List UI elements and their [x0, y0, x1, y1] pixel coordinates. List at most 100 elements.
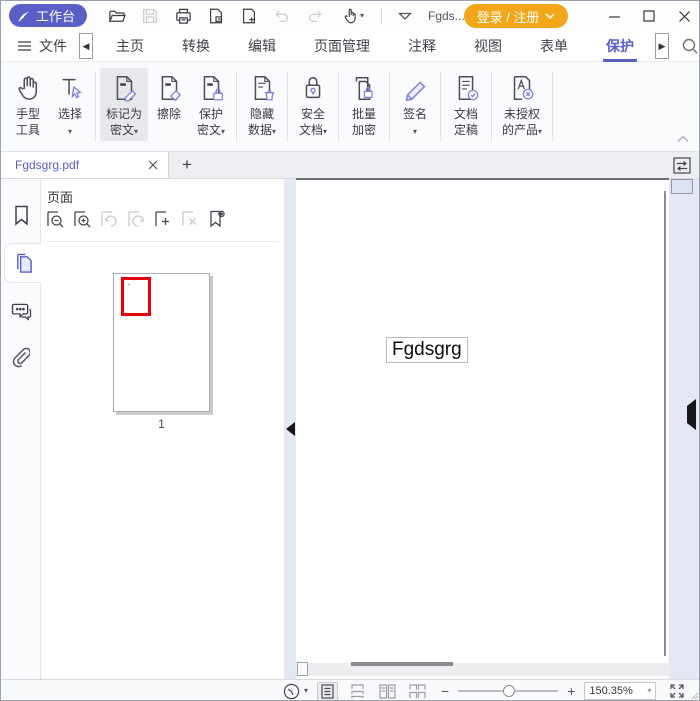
hand-pointer-tool[interactable]: ▾ — [338, 6, 368, 26]
ribbon-label: 擦除 — [157, 107, 181, 121]
zoom-level-input[interactable]: 150.35% ▾ — [584, 682, 656, 700]
ribbon-hide-data[interactable]: 隐藏数据▾ — [241, 68, 283, 141]
scrollbar-corner-box[interactable] — [297, 662, 308, 676]
collapse-right-panel-handle[interactable] — [687, 406, 696, 424]
reading-mode-button[interactable] — [283, 683, 300, 700]
insert-page-icon[interactable] — [153, 209, 172, 228]
vertical-scrollbar-thumb[interactable] — [671, 179, 693, 194]
ribbon-secure-document[interactable]: 安全文档▾ — [292, 68, 334, 141]
ribbon-sign[interactable]: 签名▾ — [394, 68, 436, 141]
tab-form[interactable]: 表单 — [521, 31, 587, 62]
dropdown-caret-icon: ▾ — [134, 127, 138, 136]
zoom-in-button[interactable]: + — [567, 684, 575, 698]
thumbnail-zoom-in-icon[interactable] — [72, 209, 91, 228]
collapse-left-panel-handle[interactable] — [284, 179, 296, 679]
ribbon-finalize-document[interactable]: 文档定稿 — [445, 68, 487, 141]
hamburger-icon — [17, 40, 32, 52]
ribbon-erase[interactable]: 擦除 — [148, 68, 190, 125]
scroll-tabs-right-button[interactable]: ▶ — [655, 33, 669, 59]
thumbnail-zoom-out-icon[interactable] — [45, 209, 64, 228]
pages-panel: 页面 — [41, 179, 284, 679]
collapse-ribbon-icon[interactable] — [677, 135, 689, 143]
login-register-button[interactable]: 登录 / 注册 — [464, 4, 568, 28]
app-window: 工作台 ▾ — [0, 0, 700, 701]
dropdown-caret-icon: ▾ — [272, 127, 276, 136]
ribbon-batch-encrypt[interactable]: 批量加密 — [343, 68, 385, 141]
dropdown-caret-icon: ▾ — [647, 686, 651, 696]
zoom-out-button[interactable]: − — [441, 684, 449, 698]
page-thumbnail[interactable]: - — [113, 273, 210, 412]
attachments-panel-button[interactable] — [1, 337, 41, 377]
tab-protect[interactable]: 保护 — [587, 31, 653, 62]
dropdown-caret-icon: ▾ — [68, 127, 72, 136]
swap-view-icon[interactable] — [671, 155, 693, 176]
facing-continuous-view-button[interactable] — [407, 682, 428, 701]
workspace-label: 工作台 — [36, 6, 75, 25]
scroll-tabs-left-button[interactable]: ◀ — [79, 33, 93, 59]
batch-encrypt-icon — [349, 73, 379, 103]
tab-convert[interactable]: 转换 — [163, 31, 229, 62]
new-tab-button[interactable]: + — [177, 155, 197, 175]
bookmark-icon — [12, 205, 31, 226]
continuous-view-button[interactable] — [347, 682, 368, 701]
zoom-slider[interactable] — [458, 684, 558, 698]
tab-home[interactable]: 主页 — [97, 31, 163, 62]
ribbon-select[interactable]: 选择 ▾ — [49, 68, 91, 141]
minimize-button[interactable] — [597, 1, 631, 31]
resize-grip[interactable] — [691, 692, 699, 700]
print-icon[interactable] — [173, 6, 193, 26]
bookmarks-panel-button[interactable] — [1, 195, 41, 235]
document-plus-icon[interactable] — [239, 6, 259, 26]
ribbon-label: 密文 — [110, 123, 134, 137]
ribbon-label: 的产品 — [502, 123, 538, 137]
document-view[interactable]: Fgdsgrg — [296, 179, 669, 679]
paperclip-icon — [12, 347, 30, 368]
document-tab-title: Fgdsgrg.pdf — [15, 158, 148, 172]
comments-panel-button[interactable] — [1, 291, 41, 331]
collapse-toolbar-icon[interactable] — [395, 6, 415, 26]
delete-page-icon[interactable] — [180, 209, 199, 228]
single-page-view-button[interactable] — [317, 682, 338, 701]
horizontal-scrollbar[interactable] — [296, 663, 669, 676]
ribbon-label: 文档 — [454, 107, 478, 121]
search-icon[interactable] — [681, 37, 699, 55]
rotate-right-icon[interactable] — [126, 209, 145, 228]
redo-icon[interactable] — [305, 6, 325, 26]
ribbon-separator — [389, 72, 390, 142]
ribbon-unauthorized-products[interactable]: 未授权的产品▾ — [496, 68, 548, 141]
document-minus-icon[interactable] — [206, 6, 226, 26]
ribbon-label: 签名 — [403, 107, 427, 121]
workspace-button[interactable]: 工作台 — [9, 4, 87, 27]
page-bookmark-icon[interactable] — [207, 209, 226, 228]
redaction-mark-rect[interactable]: - — [121, 277, 151, 316]
rotate-left-icon[interactable] — [99, 209, 118, 228]
page-text-field[interactable]: Fgdsgrg — [386, 337, 468, 363]
ribbon-protect-redaction[interactable]: 保护密文▾ — [190, 68, 232, 141]
pages-panel-button[interactable] — [4, 243, 42, 283]
undo-icon[interactable] — [272, 6, 292, 26]
facing-view-button[interactable] — [377, 682, 398, 701]
navigation-strip — [1, 179, 41, 679]
tab-comment[interactable]: 注释 — [389, 31, 455, 62]
tab-close-icon[interactable] — [148, 160, 158, 170]
ribbon-mark-redaction[interactable]: 标记为密文▾ — [100, 68, 148, 141]
save-icon[interactable] — [140, 6, 160, 26]
maximize-button[interactable] — [632, 1, 666, 31]
file-menu[interactable]: 文件 — [17, 36, 67, 56]
ribbon-hand-tool[interactable]: 手型工具 — [7, 68, 49, 141]
close-button[interactable] — [667, 1, 700, 31]
horizontal-scrollbar-thumb[interactable] — [351, 662, 453, 666]
dropdown-caret-icon[interactable]: ▾ — [304, 686, 308, 696]
open-folder-icon[interactable] — [107, 6, 127, 26]
ribbon-label: 选择 — [58, 107, 82, 121]
quill-icon — [17, 9, 31, 23]
document-tab[interactable]: Fgdsgrg.pdf — [1, 152, 169, 178]
tab-edit[interactable]: 编辑 — [229, 31, 295, 62]
zoom-slider-handle[interactable] — [503, 685, 515, 697]
tab-page-management[interactable]: 页面管理 — [295, 31, 389, 62]
fullscreen-button[interactable] — [669, 683, 685, 699]
tab-view[interactable]: 视图 — [455, 31, 521, 62]
right-panel-strip[interactable] — [669, 179, 700, 679]
titlebar-separator — [381, 8, 382, 24]
ribbon-separator — [236, 72, 237, 142]
